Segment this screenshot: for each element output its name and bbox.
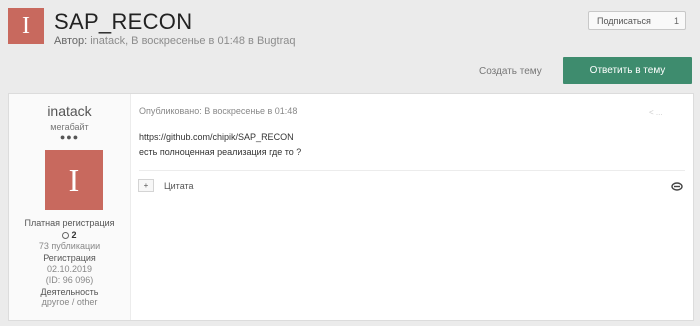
author-reputation: 2 <box>9 230 130 240</box>
follow-button[interactable]: Подписаться 1 <box>588 11 686 30</box>
create-topic-link[interactable]: Создать тему <box>479 66 542 77</box>
topic-meta: Автор: inatack, В воскресенье в 01:48 в … <box>54 35 295 47</box>
author-group: Платная регистрация <box>24 218 115 228</box>
post-author-panel: inatack мегабайт ●●● I Платная регистрац… <box>9 94 131 320</box>
topic-author-avatar[interactable]: I <box>8 8 44 44</box>
reply-button[interactable]: Ответить в тему <box>563 57 692 84</box>
author-rank-dots: ●●● <box>59 132 80 142</box>
topic-title: SAP_RECON <box>54 9 193 34</box>
post: inatack мегабайт ●●● I Платная регистрац… <box>8 93 694 321</box>
author-name[interactable]: inatack <box>9 103 130 119</box>
post-date[interactable]: Опубликовано: В воскресенье в 01:48 <box>139 106 297 116</box>
author-rank: мегабайт <box>50 122 89 132</box>
topic-meta-text[interactable]: inatack, В воскресенье в 01:48 в Bugtraq <box>90 35 295 47</box>
author-reg-label: Регистрация <box>43 253 96 263</box>
share-icon[interactable]: < ... <box>649 108 663 117</box>
author-id: (ID: 96 096) <box>45 275 94 285</box>
topic-meta-prefix: Автор: <box>54 35 88 47</box>
post-text: есть полноценная реализация где то ? <box>139 147 302 157</box>
multiquote-button[interactable]: + <box>138 179 154 192</box>
post-link[interactable]: https://github.com/chipik/SAP_RECON <box>139 130 301 145</box>
author-activity-value: другое / other <box>41 297 98 307</box>
reputation-value: 2 <box>71 230 77 240</box>
follow-count: 1 <box>673 15 679 26</box>
quote-button[interactable]: Цитата <box>164 181 194 191</box>
author-activity-label: Деятельность <box>40 287 99 297</box>
reaction-icon-glyph <box>671 182 683 191</box>
author-avatar[interactable]: I <box>45 150 103 210</box>
follow-label: Подписаться <box>597 15 651 26</box>
author-reg-date: 02.10.2019 <box>46 264 93 274</box>
author-post-count: 73 публикации <box>38 241 101 251</box>
reputation-icon <box>62 231 70 239</box>
post-body: https://github.com/chipik/SAP_RECON есть… <box>139 130 301 160</box>
post-divider <box>139 170 685 171</box>
reaction-icon[interactable] <box>671 182 683 193</box>
